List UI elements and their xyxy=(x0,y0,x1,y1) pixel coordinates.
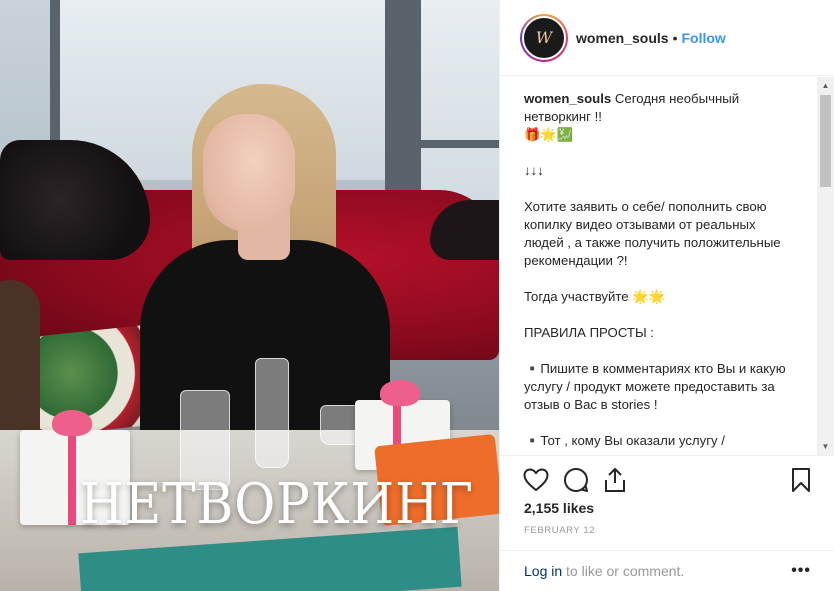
likes-count[interactable]: 2,155 likes xyxy=(524,500,594,516)
caption-line: ПРАВИЛА ПРОСТЫ : xyxy=(524,325,654,340)
post-date[interactable]: FEBRUARY 12 xyxy=(524,525,595,536)
header-separator: • xyxy=(672,29,678,46)
caption: women_souls Сегодня необычный нетворкинг… xyxy=(524,90,794,450)
login-prompt-text: to like or comment. xyxy=(562,563,685,579)
header-username[interactable]: women_souls xyxy=(576,30,669,46)
avatar[interactable]: W xyxy=(522,15,566,60)
gift-bow xyxy=(380,380,420,406)
caption-scroll-area[interactable]: women_souls Сегодня необычный нетворкинг… xyxy=(500,77,834,455)
bookmark-icon[interactable] xyxy=(787,466,815,494)
caption-line: ↓↓↓ xyxy=(524,163,544,178)
heart-icon[interactable] xyxy=(522,466,550,494)
post-side-panel: W women_souls • Follow women_souls Сегод… xyxy=(499,0,834,591)
login-link[interactable]: Log in xyxy=(524,563,562,579)
caption-line xyxy=(524,270,794,288)
gift-ribbon xyxy=(68,430,76,525)
avatar-story-ring[interactable]: W xyxy=(520,13,568,62)
more-options-button[interactable]: ••• xyxy=(791,562,811,580)
caption-line xyxy=(524,342,794,360)
follow-button[interactable]: Follow xyxy=(682,30,726,46)
scroll-up-arrow-icon[interactable]: ▲ xyxy=(817,77,834,94)
caption-line xyxy=(524,180,794,198)
caption-line xyxy=(524,306,794,324)
share-icon[interactable] xyxy=(601,466,629,494)
caption-line xyxy=(524,414,794,432)
caption-line: ▪️Пишите в комментариях кто Вы и какую у… xyxy=(524,361,786,412)
caption-username[interactable]: women_souls xyxy=(524,91,611,106)
caption-line: Хотите заявить о себе/ пополнить свою ко… xyxy=(524,199,781,268)
gift-bow xyxy=(52,410,92,436)
caption-line: Тогда участвуйте 🌟🌟 xyxy=(524,289,666,304)
comment-icon[interactable] xyxy=(562,466,590,494)
post-header: W women_souls • Follow xyxy=(500,0,834,76)
caption-line: ▪️Тот , кому Вы оказали услугу / xyxy=(524,433,725,448)
woman-face xyxy=(203,114,295,232)
post-photo[interactable]: НЕТВОРКИНГ xyxy=(0,0,499,591)
scroll-down-arrow-icon[interactable]: ▼ xyxy=(817,438,834,455)
action-bar xyxy=(500,455,834,503)
photo-overlay-title: НЕТВОРКИНГ xyxy=(80,471,474,537)
bottle xyxy=(255,358,289,468)
login-footer: Log in to like or comment. ••• xyxy=(500,550,834,591)
scroll-thumb[interactable] xyxy=(820,95,831,187)
caption-line xyxy=(524,144,794,162)
window-frame xyxy=(420,140,499,148)
caption-scrollbar[interactable]: ▲ ▼ xyxy=(817,77,834,455)
caption-line: 🎁🌟💹 xyxy=(524,127,574,142)
